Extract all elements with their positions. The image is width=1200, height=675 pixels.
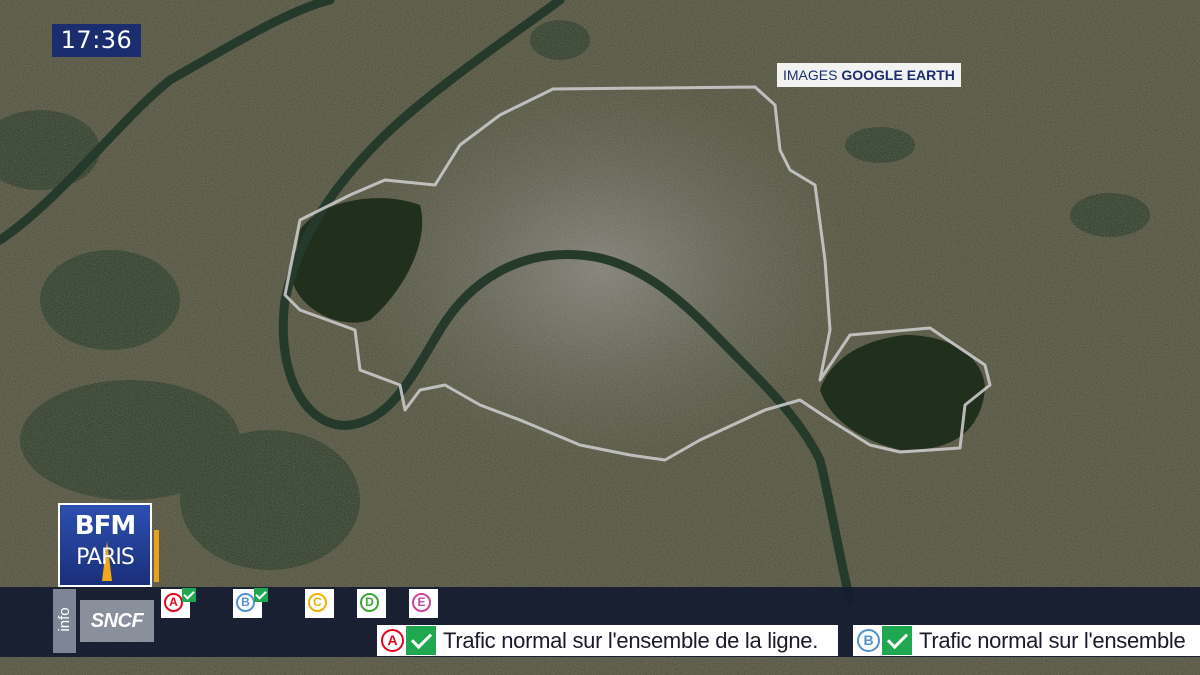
- satellite-map[interactable]: [0, 0, 1200, 675]
- rer-line-d-icon: D: [360, 593, 379, 612]
- logo-line-2: PARIS: [76, 545, 135, 570]
- rer-line-a-chip[interactable]: A: [161, 588, 196, 618]
- check-icon: [182, 588, 196, 602]
- bfm-paris-logo: BFM PARIS: [58, 503, 152, 587]
- credit-brand: GOOGLE EARTH: [841, 67, 955, 83]
- rer-line-a-icon: A: [381, 629, 404, 652]
- rer-line-d-chip[interactable]: D: [357, 589, 386, 618]
- traffic-message-text: Trafic normal sur l'ensemble: [919, 628, 1186, 653]
- rer-line-b-chip[interactable]: B: [233, 588, 268, 618]
- info-tab: info: [53, 589, 76, 653]
- logo-accent-bar: [154, 530, 159, 582]
- check-icon: [882, 626, 912, 655]
- credit-prefix: IMAGES: [783, 67, 838, 83]
- clock: 17:36: [52, 24, 141, 57]
- rer-line-b-icon: B: [236, 593, 255, 612]
- traffic-message-a: A Trafic normal sur l'ensemble de la lign…: [377, 625, 838, 656]
- rer-line-a-icon: A: [164, 593, 183, 612]
- traffic-message-b: B Trafic normal sur l'ensemble: [853, 625, 1200, 656]
- rer-line-e-icon: E: [412, 593, 431, 612]
- info-label: info: [56, 607, 73, 632]
- map-texture: [0, 0, 1200, 675]
- rer-line-b-icon: B: [857, 629, 880, 652]
- rer-line-c-icon: C: [308, 593, 327, 612]
- rer-line-e-chip[interactable]: E: [409, 589, 438, 618]
- logo-line-1: BFM: [74, 511, 136, 541]
- sncf-logo: SNCF: [80, 600, 154, 642]
- check-icon: [406, 626, 436, 655]
- rer-line-c-chip[interactable]: C: [305, 589, 334, 618]
- traffic-message-text: Trafic normal sur l'ensemble de la ligne…: [443, 628, 819, 653]
- check-icon: [254, 588, 268, 602]
- imagery-credit: IMAGES GOOGLE EARTH: [777, 63, 961, 87]
